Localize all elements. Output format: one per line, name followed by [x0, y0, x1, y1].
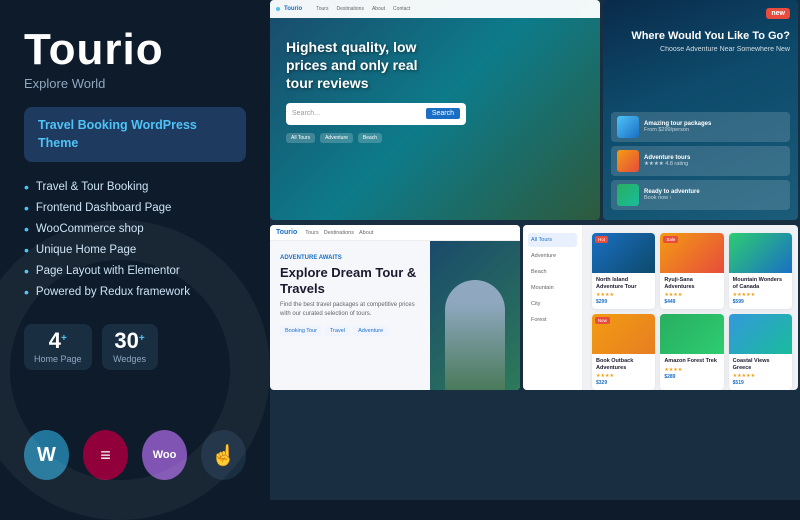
traveler-silhouette — [445, 280, 505, 390]
badge-number: 30 — [114, 330, 138, 352]
hero-content: Highest quality, low prices and only rea… — [270, 18, 600, 163]
card-image: Sale — [660, 233, 723, 273]
badge-label: Home Page — [34, 354, 82, 364]
card-body: Mountain Wonders of Canada ★★★★★ $599 — [729, 273, 792, 309]
brand-title: Tourio — [24, 28, 246, 72]
touch-icon: ☝ — [201, 430, 246, 480]
ml-text-side: Adventure Awaits Explore Dream Tour & Tr… — [270, 241, 430, 390]
ml-filters: Booking Tour Travel Adventure — [280, 326, 420, 336]
feature-item: Travel & Tour Booking — [24, 180, 246, 194]
bottom-sidebar: All Tours Adventure Beach Mountain City … — [523, 225, 583, 390]
tour-card[interactable]: Sale Ryuji-Sana Adventures ★★★★ $449 — [660, 233, 723, 309]
badge-number: 4 — [49, 330, 61, 352]
feature-item: Frontend Dashboard Page — [24, 201, 246, 215]
ml-nav-logo: Tourio — [276, 229, 297, 236]
left-panel: Tourio Explore World Travel Booking Word… — [0, 0, 270, 500]
card-image — [729, 233, 792, 273]
tr-card: Ready to adventure Book now › — [611, 180, 790, 210]
tour-card[interactable]: Amazon Forest Trek ★★★★ $289 — [660, 314, 723, 390]
brand-subtitle: Explore World — [24, 76, 246, 91]
card-image — [617, 184, 639, 206]
feature-item: Page Layout with Elementor — [24, 264, 246, 278]
card-image — [617, 116, 639, 138]
elementor-icon: ≡ — [83, 430, 128, 480]
tr-cards-preview: Amazing tour packages From $299/person A… — [611, 112, 790, 210]
bottom-main: Hot North Island Adventure Tour ★★★★ $29… — [586, 225, 798, 390]
sidebar-beach[interactable]: Beach — [528, 265, 577, 279]
feature-item: WooCommerce shop — [24, 222, 246, 236]
sidebar-mountain[interactable]: Mountain — [528, 281, 577, 295]
feature-item: Powered by Redux framework — [24, 285, 246, 299]
search-bar[interactable]: Search... Search — [286, 103, 466, 125]
wedges-badge: 30 + Wedges — [102, 324, 158, 370]
card-image — [660, 314, 723, 354]
theme-label: Travel Booking WordPress Theme — [24, 107, 246, 162]
badge-plus: + — [61, 333, 67, 344]
search-button[interactable]: Search — [426, 108, 460, 119]
tour-card[interactable]: Hot North Island Adventure Tour ★★★★ $29… — [592, 233, 655, 309]
nav-logo-text: Tourio — [284, 6, 302, 12]
woocommerce-icon: Woo — [142, 430, 187, 480]
filter-chips: All Tours Adventure Beach — [286, 133, 584, 143]
search-placeholder: Search... — [292, 110, 320, 117]
card-body: Ryuji-Sana Adventures ★★★★ $449 — [660, 273, 723, 309]
card-image — [617, 150, 639, 172]
tour-cards-grid: Hot North Island Adventure Tour ★★★★ $29… — [592, 233, 792, 390]
ml-image — [430, 241, 520, 390]
badge-plus: + — [139, 333, 145, 344]
card-image — [729, 314, 792, 354]
hero-title: Highest quality, low prices and only rea… — [286, 38, 446, 93]
nav-bar: Tourio Tours Destinations About Contact — [270, 0, 600, 18]
card-text: Amazing tour packages From $299/person — [644, 121, 784, 133]
card-text: Adventure tours ★★★★ 4.8 rating — [644, 155, 784, 167]
sidebar-forest[interactable]: Forest — [528, 313, 577, 327]
top-right-screenshot: new Where Would You Like To Go? Choose A… — [603, 0, 798, 220]
features-list: Travel & Tour Booking Frontend Dashboard… — [24, 180, 246, 306]
ml-content: Adventure Awaits Explore Dream Tour & Tr… — [270, 241, 520, 390]
badge-label: Wedges — [113, 354, 146, 364]
tour-card[interactable]: New Book Outback Adventures ★★★★ $329 — [592, 314, 655, 390]
nav-links: Tours Destinations About Contact — [316, 6, 410, 12]
ml-nav: Tourio Tours Destinations About — [270, 225, 520, 241]
card-body: North Island Adventure Tour ★★★★ $299 — [592, 273, 655, 309]
main-screenshot: Tourio Tours Destinations About Contact … — [270, 0, 600, 220]
card-image: Hot — [592, 233, 655, 273]
tr-new-badge: new — [766, 8, 790, 19]
tr-card: Amazing tour packages From $299/person — [611, 112, 790, 142]
sidebar-adventure[interactable]: Adventure — [528, 249, 577, 263]
wordpress-icon: W — [24, 430, 69, 480]
tr-title: Where Would You Like To Go? Choose Adven… — [631, 30, 790, 53]
tour-cards-screenshot: All Tours Adventure Beach Mountain City … — [523, 225, 798, 390]
ml-nav-links: Tours Destinations About — [305, 230, 373, 236]
tour-card[interactable]: Coastal Views Greece ★★★★★ $519 — [729, 314, 792, 390]
home-page-badge: 4 + Home Page — [24, 324, 92, 370]
right-panel: Tourio Tours Destinations About Contact … — [270, 0, 800, 500]
card-body: Coastal Views Greece ★★★★★ $519 — [729, 354, 792, 390]
ml-title: Explore Dream Tour & Travels — [280, 265, 420, 296]
sidebar-all[interactable]: All Tours — [528, 233, 577, 247]
card-text: Ready to adventure Book now › — [644, 189, 784, 201]
feature-item: Unique Home Page — [24, 243, 246, 257]
badges-row: 4 + Home Page 30 + Wedges — [24, 324, 246, 370]
ml-eyebrow: Adventure Awaits — [280, 255, 420, 261]
card-body: Book Outback Adventures ★★★★ $329 — [592, 354, 655, 390]
tr-card: Adventure tours ★★★★ 4.8 rating — [611, 146, 790, 176]
tour-card[interactable]: Mountain Wonders of Canada ★★★★★ $599 — [729, 233, 792, 309]
card-image: New — [592, 314, 655, 354]
ml-description: Find the best travel packages at competi… — [280, 301, 420, 318]
explore-dream-screenshot: Tourio Tours Destinations About Adventur… — [270, 225, 520, 390]
card-body: Amazon Forest Trek ★★★★ $289 — [660, 354, 723, 384]
nav-logo-dot — [276, 7, 280, 11]
icons-row: W ≡ Woo ☝ — [24, 430, 246, 480]
sidebar-city[interactable]: City — [528, 297, 577, 311]
